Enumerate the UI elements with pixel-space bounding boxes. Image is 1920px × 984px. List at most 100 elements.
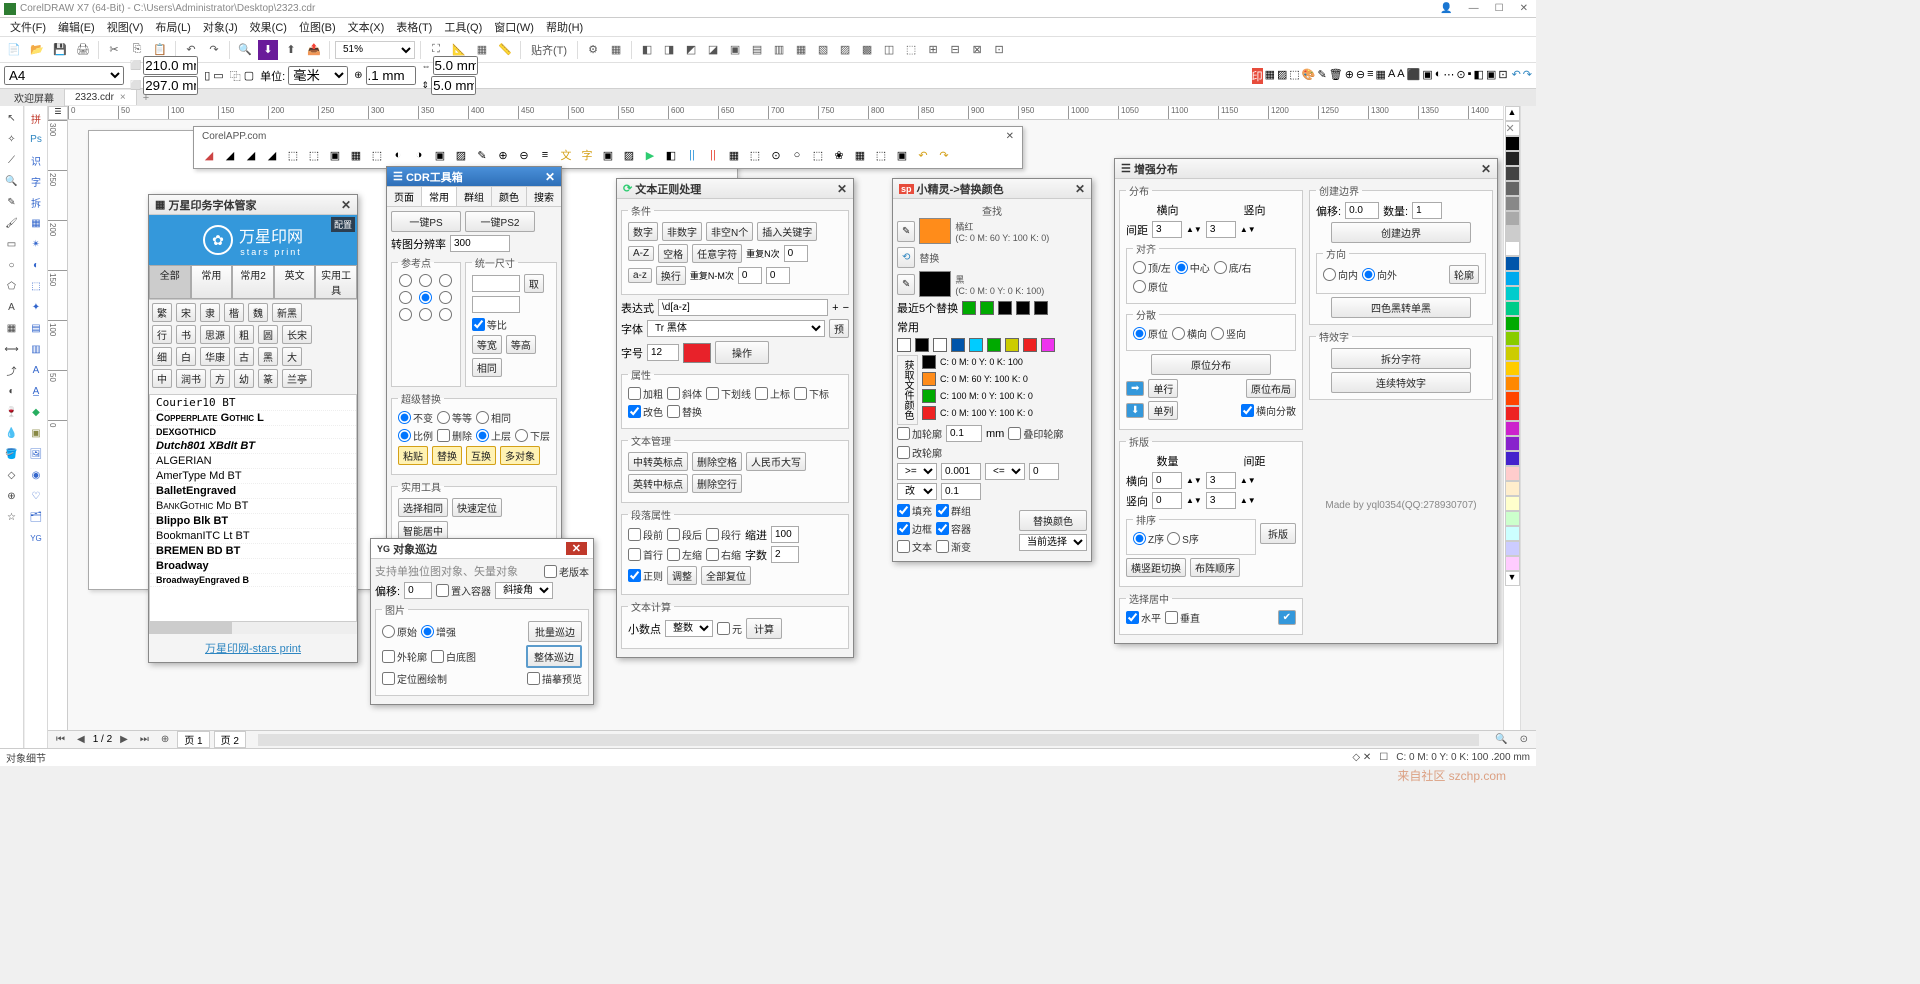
table-tool-icon[interactable]: ▦ <box>2 318 22 338</box>
stars-link[interactable]: 万星印网-stars print <box>205 643 301 655</box>
canvas-area[interactable]: ☰ YG 05010015020025030035040045050055060… <box>48 106 1536 748</box>
crop-tool-icon[interactable]: ⟋ <box>2 150 22 170</box>
ps-icon[interactable]: Ps <box>26 129 46 149</box>
prev-page-icon[interactable]: ◀ <box>73 734 89 745</box>
ruler-origin[interactable]: ☰ <box>48 106 68 120</box>
all-pages-icon[interactable]: ⿻ <box>230 68 241 84</box>
scrollbar-horizontal[interactable] <box>258 734 1479 746</box>
dimension-tool-icon[interactable]: ⟷ <box>2 339 22 359</box>
redo2-icon[interactable]: ↷ <box>1523 68 1532 84</box>
menu-bitmap[interactable]: 位图(B) <box>293 19 342 35</box>
document-tabs: 欢迎屏幕 2323.cdr× + <box>0 88 1536 106</box>
maximize-button[interactable]: ☐ <box>1491 3 1508 14</box>
cs-close-icon[interactable]: ✕ <box>1075 182 1085 196</box>
rectangle-tool-icon[interactable]: ▭ <box>2 234 22 254</box>
search-icon[interactable]: 🔍 <box>235 40 255 60</box>
ed-close-icon[interactable]: ✕ <box>1481 162 1491 176</box>
tab-welcome[interactable]: 欢迎屏幕 <box>4 88 65 107</box>
corelapp-toolbar: CorelAPP.com✕ ◢◢◢◢ ⬚⬚▣▦⬚ ◐◑▣▨ ✎⊕⊖≡ 文字 ▣▨… <box>193 126 1023 169</box>
redo-icon[interactable]: ↷ <box>204 40 224 60</box>
landscape-icon[interactable]: ▭ <box>213 69 223 82</box>
menu-file[interactable]: 文件(F) <box>4 19 52 35</box>
menu-text[interactable]: 文本(X) <box>342 19 391 35</box>
font-list[interactable]: Courier10 BT Copperplate Gothic L DEXGOT… <box>149 394 357 622</box>
arrow-down-icon[interactable]: ⬇ <box>1126 403 1144 418</box>
new-tab-button[interactable]: + <box>137 90 155 106</box>
transparency-tool-icon[interactable]: 🍷 <box>2 402 22 422</box>
current-page-icon[interactable]: ▢ <box>244 69 254 82</box>
menu-table[interactable]: 表格(T) <box>390 19 438 35</box>
options-icon[interactable]: ⚙ <box>583 40 603 60</box>
eyedropper-replace-icon[interactable]: ✎ <box>897 274 915 295</box>
app-launcher-icon[interactable]: ▦ <box>606 40 626 60</box>
font-mgr-close-icon[interactable]: ✕ <box>341 198 351 212</box>
scrollbar-vertical[interactable] <box>1520 106 1536 748</box>
textfix-close-icon[interactable]: ✕ <box>837 182 847 196</box>
dup-x-input[interactable] <box>433 56 478 75</box>
guides-icon[interactable]: 📏 <box>495 40 515 60</box>
menu-edit[interactable]: 编辑(E) <box>52 19 101 35</box>
objwalk-close-icon[interactable]: ✕ <box>566 542 587 555</box>
print-icon[interactable]: 🖨 <box>73 40 93 60</box>
portrait-icon[interactable]: ▯ <box>204 69 210 82</box>
artistic-tool-icon[interactable]: 🖌 <box>2 213 22 233</box>
effects-tool-icon[interactable]: ◐ <box>2 381 22 401</box>
zoom-select[interactable]: 51% <box>335 41 415 59</box>
menu-help[interactable]: 帮助(H) <box>540 19 589 35</box>
zoom-tool-icon[interactable]: 🔍 <box>2 171 22 191</box>
dup-y-input[interactable] <box>431 76 476 95</box>
text-tool-icon[interactable]: A <box>2 297 22 317</box>
first-page-icon[interactable]: ⏮ <box>52 734 69 745</box>
menu-window[interactable]: 窗口(W) <box>488 19 540 35</box>
minimize-button[interactable]: — <box>1465 3 1483 14</box>
publish-icon[interactable]: 📤 <box>304 40 324 60</box>
export-icon[interactable]: ⬆ <box>281 40 301 60</box>
import-icon[interactable]: ⬇ <box>258 40 278 60</box>
menu-effects[interactable]: 效果(C) <box>244 19 293 35</box>
paper-size-select[interactable]: A4 <box>4 66 124 85</box>
page-width-input[interactable] <box>143 56 198 75</box>
connector-tool-icon[interactable]: ⤴ <box>2 360 22 380</box>
cdr-close-icon[interactable]: ✕ <box>545 170 555 184</box>
menu-layout[interactable]: 布局(L) <box>149 19 196 35</box>
outline-indicator[interactable]: ☐ <box>1379 752 1388 763</box>
open-icon[interactable]: 📂 <box>27 40 47 60</box>
standard-toolbar: 📄 📂 💾 🖨 ✂ ⎘ 📋 ↶ ↷ 🔍 ⬇ ⬆ 📤 51% ⛶ 📐 ▦ 📏 贴齐… <box>0 36 1536 62</box>
plugin-red-icon[interactable]: 印 <box>1252 68 1263 84</box>
pick-tool-icon[interactable]: ↖ <box>2 108 22 128</box>
pl-icon[interactable]: 拼 <box>26 108 46 128</box>
units-select[interactable]: 毫米 <box>288 66 348 85</box>
confirm-icon[interactable]: ✔ <box>1278 610 1296 625</box>
plugin-icon[interactable]: ◧ <box>637 40 657 60</box>
corelapp-close-icon[interactable]: ✕ <box>1006 131 1014 142</box>
menu-object[interactable]: 对象(J) <box>197 19 244 35</box>
menu-tools[interactable]: 工具(Q) <box>438 19 488 35</box>
polygon-tool-icon[interactable]: ⬠ <box>2 276 22 296</box>
fill-tool-icon[interactable]: 🪣 <box>2 444 22 464</box>
color-preview[interactable] <box>683 343 711 363</box>
eyedropper-find-icon[interactable]: ✎ <box>897 221 915 242</box>
swap-colors-icon[interactable]: ⟲ <box>897 247 915 268</box>
freehand-tool-icon[interactable]: ✎ <box>2 192 22 212</box>
cut-icon[interactable]: ✂ <box>104 40 124 60</box>
fm-tab-all[interactable]: 全部 <box>149 265 191 299</box>
new-icon[interactable]: 📄 <box>4 40 24 60</box>
user-icon[interactable]: 👤 <box>1436 3 1456 14</box>
next-page-icon[interactable]: ▶ <box>116 734 132 745</box>
eyedropper-tool-icon[interactable]: 💧 <box>2 423 22 443</box>
close-button[interactable]: ✕ <box>1516 3 1532 14</box>
shape-tool-icon[interactable]: ✧ <box>2 129 22 149</box>
ellipse-tool-icon[interactable]: ○ <box>2 255 22 275</box>
last-page-icon[interactable]: ⏭ <box>136 734 153 745</box>
add-page-icon[interactable]: ⊕ <box>157 734 173 745</box>
arrow-right-icon[interactable]: ➡ <box>1126 381 1144 396</box>
tab-file[interactable]: 2323.cdr× <box>65 90 137 105</box>
snap-dropdown[interactable]: 贴齐(T) <box>526 40 572 60</box>
nudge-input[interactable] <box>366 66 416 85</box>
close-tab-icon[interactable]: × <box>120 92 126 103</box>
fill-indicator-icon[interactable]: ◇ ✕ <box>1352 752 1371 763</box>
save-icon[interactable]: 💾 <box>50 40 70 60</box>
outline-tool-icon[interactable]: ◇ <box>2 465 22 485</box>
menu-view[interactable]: 视图(V) <box>101 19 150 35</box>
undo2-icon[interactable]: ↶ <box>1512 68 1521 84</box>
